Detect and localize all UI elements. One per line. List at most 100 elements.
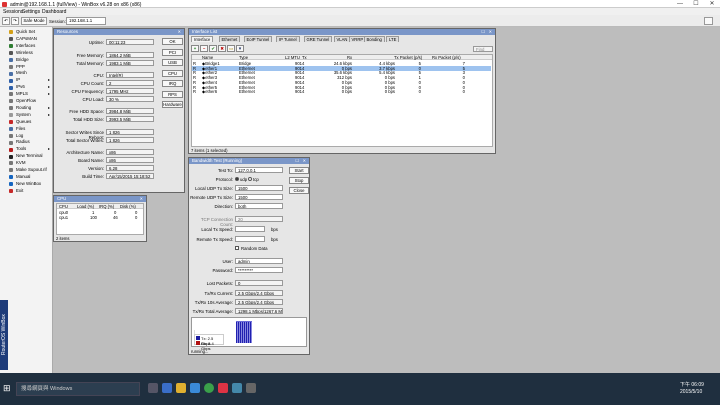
sidebar-item-ip[interactable]: IP ▸ [8,77,52,84]
minimize-button[interactable]: — [672,0,688,8]
taskbar-date[interactable]: 2015/5/10 [680,389,702,395]
app-icon[interactable] [218,383,228,393]
taskbar-time[interactable]: 下午 06:09 [680,381,704,388]
sidebar-item-exit[interactable]: Exit [8,188,52,195]
sidebar-item-system[interactable]: System ▸ [8,112,52,119]
resource-hardware-button[interactable]: Hardware [162,101,183,108]
password-input[interactable]: ********* [235,267,283,273]
sidebar-item-ppp[interactable]: PPP [8,64,52,71]
resource-pci-button[interactable]: PCI [162,48,183,56]
stop-button[interactable]: Stop [289,177,309,184]
maximize-icon[interactable]: ☐ [295,158,299,164]
file-explorer-icon[interactable] [176,383,186,393]
winbox-taskbar-icon[interactable] [232,383,242,393]
maximize-icon[interactable]: ☐ [481,29,485,35]
sidebar-item-wireless[interactable]: Wireless [8,50,52,57]
sidebar-item-mesh[interactable]: Mesh [8,70,52,77]
resource-irq-button[interactable]: IRQ [162,80,183,87]
col-tx[interactable]: Tx [302,55,307,60]
close-icon[interactable]: ✕ [489,29,492,35]
table-row[interactable]: R ◆ether6 Ethernet 9014 0 bps 0 bps 0 0 [192,89,491,94]
cpu-col-header[interactable]: Load (%) [77,204,94,209]
test-to-input[interactable]: 127.0.0.1 [235,167,283,173]
resource-ok-button[interactable]: OK [162,38,183,45]
resource-value: 1 826 [106,129,154,135]
tab-eoip-tunnel[interactable]: EoIP Tunnel [243,36,273,42]
close-icon[interactable]: ✕ [303,158,306,164]
col-rx[interactable]: Rx [347,55,352,60]
sidebar-item-new-winbox[interactable]: New WinBox [8,181,52,188]
col-type[interactable]: Type [239,55,248,60]
resource-usb-button[interactable]: USB [162,59,183,66]
local-udp-size-input[interactable]: 1500 [235,185,283,191]
cpu-col-header[interactable]: IRQ (%) [99,204,114,209]
sidebar-item-label: Mesh [16,70,27,76]
start-button[interactable]: Start [289,167,309,174]
col-tx-packet[interactable]: Tx Packet (p/s) [394,55,422,60]
redo-icon[interactable]: ↷ [11,17,19,25]
chrome-icon[interactable] [204,383,214,393]
session-field[interactable]: 192.168.1.1 [66,17,106,25]
sidebar-item-log[interactable]: Log [8,133,52,140]
maximize-button[interactable]: ☐ [688,0,704,8]
store-icon[interactable] [190,383,200,393]
tab-bonding[interactable]: Bonding [363,36,385,42]
sidebar-item-manual[interactable]: Manual [8,174,52,181]
sidebar-item-quick-set[interactable]: Quick Set [8,29,52,36]
remote-tx-speed-input[interactable] [235,236,265,242]
col-name[interactable]: Name [202,55,213,60]
sidebar-item-kvm[interactable]: KVM [8,160,52,167]
close-window-button[interactable]: Close [289,187,309,194]
user-input[interactable]: admin [235,258,283,264]
disable-icon[interactable]: ✖ [218,45,226,52]
windows-start-icon[interactable]: ⊞ [3,383,13,393]
sidebar-item-tools[interactable]: Tools ▸ [8,146,52,153]
sidebar-item-mpls[interactable]: MPLS ▸ [8,91,52,98]
cpu-col-header[interactable]: CPU [59,204,68,209]
col-rx-packet[interactable]: Rx Packet (p/s) [432,55,461,60]
sidebar-item-routing[interactable]: Routing ▸ [8,105,52,112]
close-button[interactable]: ✕ [704,0,720,8]
sidebar-item-queues[interactable]: Queues [8,119,52,126]
find-input[interactable]: Find [473,45,493,52]
sidebar-item-capsman[interactable]: CAPsMAN [8,36,52,43]
udp-radio[interactable] [235,176,239,181]
tab-lte[interactable]: LTE [386,36,400,42]
col-l2mtu[interactable]: L2 MTU [285,55,300,60]
enable-icon[interactable]: ✔ [209,45,217,52]
resource-cpu-button[interactable]: CPU [162,69,183,77]
sidebar-item-interfaces[interactable]: Interfaces [8,43,52,50]
sidebar-item-make-supout-rif[interactable]: Make Supout.rif [8,167,52,174]
resource-rps-button[interactable]: RPS [162,90,183,98]
task-view-icon[interactable] [148,383,158,393]
taskbar-search-input[interactable]: 搜尋網頁與 Windows [16,382,140,396]
close-icon[interactable]: ✕ [178,29,181,35]
sidebar-item-new-terminal[interactable]: New Terminal [8,153,52,160]
sidebar-item-ipv6[interactable]: IPv6 ▸ [8,84,52,91]
session-lock-icon[interactable] [704,17,713,25]
sidebar-item-openflow[interactable]: OpenFlow [8,98,52,105]
tcp-connection-count-input[interactable]: 20 [235,216,283,222]
local-tx-speed-input[interactable] [235,226,265,232]
remote-udp-size-input[interactable]: 1500 [235,194,283,200]
ie-icon[interactable] [162,383,172,393]
sidebar-item-bridge[interactable]: Bridge [8,57,52,64]
add-icon[interactable]: + [191,45,199,52]
sidebar-item-files[interactable]: Files [8,126,52,133]
direction-select[interactable]: both [235,203,283,209]
terminal-icon[interactable] [246,383,256,393]
random-data-checkbox[interactable] [235,246,239,250]
tab-ip-tunnel[interactable]: IP Tunnel [276,36,300,42]
sidebar-item-radius[interactable]: Radius [8,139,52,146]
cpu-col-header[interactable]: Disk (%) [120,204,136,209]
comment-icon[interactable]: ▭ [227,45,235,52]
tcp-radio[interactable] [248,176,252,181]
tab-interface[interactable]: Interface [191,36,214,42]
remove-icon[interactable]: − [200,45,208,52]
close-icon[interactable]: ✕ [140,196,143,202]
tab-ethernet[interactable]: Ethernet [218,36,241,42]
tab-gre-tunnel[interactable]: GRE Tunnel [303,36,333,42]
undo-icon[interactable]: ↶ [2,17,10,25]
safe-mode-button[interactable]: Safe Mode [21,17,47,25]
filter-icon[interactable]: ▼ [236,45,244,52]
